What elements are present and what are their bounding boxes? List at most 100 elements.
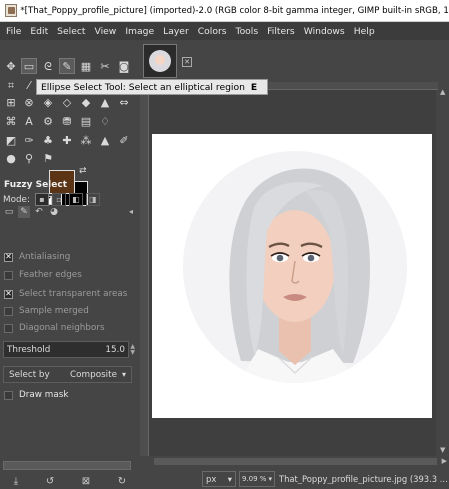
measure-tool-icon[interactable]: ⚲ [21, 150, 37, 166]
horizontal-scrollbar[interactable]: ▶ [140, 456, 449, 468]
antialiasing-label: Antialiasing [19, 252, 71, 262]
cage-transform-icon[interactable]: ◈ [40, 94, 56, 110]
chevron-down-icon: ▾ [227, 473, 232, 484]
menu-windows[interactable]: Windows [304, 26, 345, 37]
perspective-tool-icon[interactable]: ▲ [97, 94, 113, 110]
select-by-dropdown[interactable]: Select by Composite ▾ [3, 366, 132, 383]
sample-merged-option[interactable]: Sample merged [4, 306, 89, 316]
scissors-tool-icon[interactable]: ✂ [97, 58, 113, 74]
restore-options-icon[interactable]: ↺ [46, 476, 54, 487]
threshold-spinscale[interactable]: Threshold 15.0 ▲ ▼ [3, 341, 135, 358]
sample-merged-checkbox[interactable] [4, 306, 13, 316]
menu-bar: File Edit Select View Image Layer Colors… [0, 22, 449, 40]
close-image-icon[interactable]: ✕ [182, 57, 192, 67]
scale-tool-icon[interactable]: ◆ [78, 94, 94, 110]
mode-intersect-icon[interactable]: ◨ [85, 193, 100, 206]
paths-tool-icon[interactable]: ⌘ [3, 113, 19, 129]
diagonal-neighbors-checkbox[interactable] [4, 323, 13, 333]
draw-mask-option[interactable]: Draw mask [4, 390, 68, 400]
text-tool-icon[interactable]: A [21, 113, 37, 129]
antialiasing-checkbox[interactable]: ✕ [4, 252, 13, 262]
perspective-clone-icon[interactable]: ⁂ [78, 132, 94, 148]
mode-replace-icon[interactable]: ▪ [34, 193, 49, 206]
crop-tool-icon[interactable]: ⌗ [3, 77, 19, 93]
unit-dropdown[interactable]: px ▾ [202, 470, 236, 487]
color-select-tool-icon[interactable]: ▦ [78, 58, 94, 74]
scroll-up-icon[interactable]: ▲ [440, 88, 445, 96]
image-canvas[interactable] [152, 134, 432, 418]
bucket-fill-icon[interactable]: ⛃ [59, 113, 75, 129]
threshold-spin-icon[interactable]: ▲ ▼ [130, 344, 135, 356]
menu-filters[interactable]: Filters [267, 26, 295, 37]
foreground-select-tool-icon[interactable]: ◙ [116, 58, 132, 74]
warp-transform-icon[interactable]: ⊗ [21, 94, 37, 110]
airbrush-tool-icon[interactable]: ✑ [21, 132, 37, 148]
device-status-tab-icon[interactable]: ✎ [18, 206, 30, 218]
gradient-tool-icon[interactable]: ▤ [78, 113, 94, 129]
menu-help[interactable]: Help [354, 26, 375, 37]
heal-tool-icon[interactable]: ✚ [59, 132, 75, 148]
mode-subtract-icon[interactable]: ◧ [68, 193, 83, 206]
menu-edit[interactable]: Edit [30, 26, 48, 37]
horizontal-scroll-thumb[interactable] [154, 458, 437, 465]
menu-view[interactable]: View [95, 26, 117, 37]
flip-tool-icon[interactable]: ⇔ [116, 94, 132, 110]
feather-edges-option[interactable]: Feather edges [4, 270, 82, 280]
rect-select-tool-icon[interactable]: ▭ [21, 58, 37, 74]
reset-options-icon[interactable]: ↻ [118, 476, 126, 487]
tooltip-text: Ellipse Select Tool: Select an elliptica… [41, 81, 245, 93]
image-thumbnail[interactable] [143, 44, 177, 78]
status-bar: px ▾ 9.09 % ▾ That_Poppy_profile_picture… [140, 468, 449, 489]
thumbnail-face [149, 50, 171, 72]
delete-options-icon[interactable]: ⊠ [82, 476, 90, 487]
tool-options-tab-icon[interactable]: ▭ [3, 206, 15, 218]
scroll-down-icon[interactable]: ▼ [440, 446, 445, 454]
tool-options-scrollbar[interactable] [3, 461, 131, 470]
mode-add-icon[interactable]: ▫ [51, 193, 66, 206]
zoom-dropdown[interactable]: 9.09 % ▾ [239, 470, 275, 487]
unified-transform-icon[interactable]: ⊞ [3, 94, 19, 110]
clone-tool-icon[interactable]: ♣ [40, 132, 56, 148]
handle-transform-icon[interactable]: ◇ [59, 94, 75, 110]
swap-colors-icon[interactable]: ⇄ [79, 166, 87, 176]
lasso-tool-icon[interactable]: ᘓ [40, 58, 56, 74]
blur-tool-icon[interactable]: ▲ [97, 132, 113, 148]
scroll-right-icon[interactable]: ▶ [442, 457, 447, 465]
select-transparent-option[interactable]: ✕ Select transparent areas [4, 289, 127, 299]
undo-history-tab-icon[interactable]: ↶ [33, 206, 45, 218]
menu-image[interactable]: Image [125, 26, 154, 37]
select-transparent-checkbox[interactable]: ✕ [4, 289, 13, 299]
vertical-scrollbar[interactable]: ▲ ▼ [438, 82, 449, 456]
menu-tools[interactable]: Tools [236, 26, 259, 37]
dock-menu-icon[interactable]: ◂ [129, 207, 133, 216]
draw-mask-checkbox[interactable] [4, 390, 13, 400]
dodge-burn-icon[interactable]: ● [3, 150, 19, 166]
select-by-value[interactable]: Composite [70, 370, 117, 380]
menu-select[interactable]: Select [57, 26, 85, 37]
smudge-tool-icon[interactable]: ✐ [116, 132, 132, 148]
vertical-ruler[interactable] [140, 90, 149, 456]
select-by-label: Select by [9, 369, 50, 380]
chevron-down-icon[interactable]: ▾ [122, 370, 126, 379]
menu-colors[interactable]: Colors [198, 26, 227, 37]
diagonal-neighbors-option[interactable]: Diagonal neighbors [4, 323, 105, 333]
move-tool-icon[interactable]: ✥ [3, 58, 19, 74]
gimp-window: *[That_Poppy_profile_picture] (imported)… [0, 0, 449, 489]
antialiasing-option[interactable]: ✕ Antialiasing [4, 252, 70, 262]
mypaint-brush-icon[interactable]: ♢ [97, 113, 113, 129]
gegl-tool-icon[interactable]: ⚙ [40, 113, 56, 129]
menu-file[interactable]: File [6, 26, 21, 37]
toolbox: ✥ ▭ ᘓ ✎ ▦ ✂ ◙ ⌗ ⁄ ⊞ ⊗ ◈ ◇ ◆ ▲ ⇔ ⌘ A ⚙ ⛃ … [0, 40, 140, 489]
eraser-tool-icon[interactable]: ◩ [3, 132, 19, 148]
fuzzy-select-tool-icon[interactable]: ✎ [59, 58, 75, 74]
threshold-value[interactable]: 15.0 [105, 345, 125, 355]
menu-layer[interactable]: Layer [163, 26, 189, 37]
zoom-tool-icon[interactable]: ⚑ [40, 150, 56, 166]
canvas-area[interactable] [149, 90, 436, 456]
save-options-icon[interactable]: ⤓ [14, 476, 18, 487]
title-bar: *[That_Poppy_profile_picture] (imported)… [0, 0, 449, 22]
images-tab-icon[interactable]: ◕ [48, 206, 60, 218]
status-text: That_Poppy_profile_picture.jpg (393.3 ..… [279, 473, 448, 484]
feather-edges-checkbox[interactable] [4, 270, 13, 280]
color-picker-icon[interactable]: ⁄ [21, 77, 37, 93]
